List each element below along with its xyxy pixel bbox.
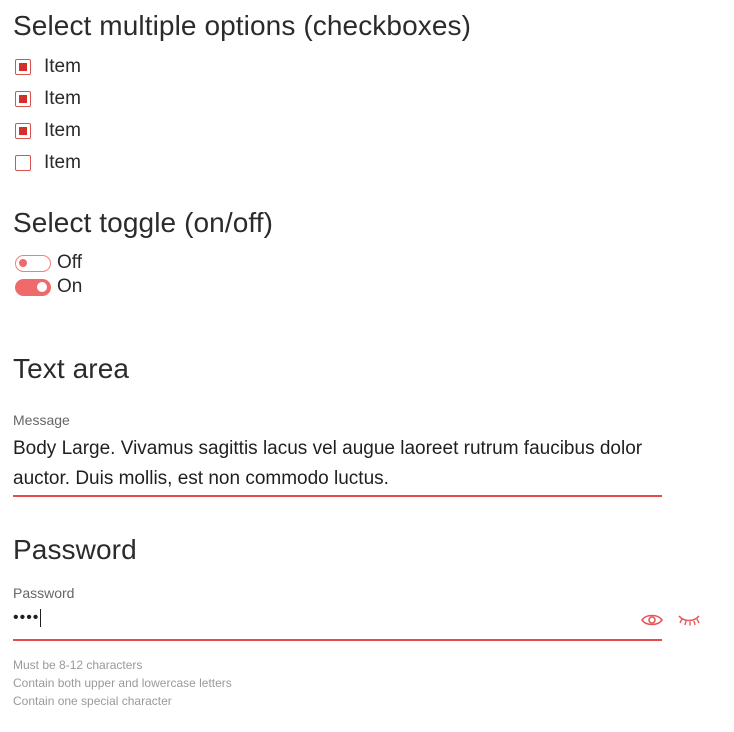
password-hint: Contain one special character bbox=[13, 694, 172, 708]
checkbox-checked[interactable] bbox=[15, 123, 31, 139]
checkbox-section-title: Select multiple options (checkboxes) bbox=[13, 10, 472, 41]
checkbox-label: Item bbox=[44, 88, 81, 109]
eye-icon[interactable] bbox=[641, 612, 663, 628]
form-controls-page: Select multiple options (checkboxes) Ite… bbox=[0, 0, 734, 732]
checkbox-checked[interactable] bbox=[15, 91, 31, 107]
toggle-knob bbox=[37, 281, 47, 292]
checkbox-item[interactable]: Item bbox=[15, 152, 81, 174]
checkbox-label: Item bbox=[44, 56, 81, 77]
password-input[interactable]: •••• bbox=[13, 609, 42, 627]
toggle-switch-on[interactable] bbox=[15, 278, 51, 296]
toggle-knob bbox=[19, 258, 27, 267]
password-input-underline bbox=[13, 639, 662, 641]
password-hint: Contain both upper and lowercase letters bbox=[13, 676, 232, 690]
checkbox-label: Item bbox=[44, 120, 81, 141]
textarea-section-title: Text area bbox=[13, 353, 130, 384]
password-field-label: Password bbox=[13, 585, 75, 601]
password-masked-value: •••• bbox=[13, 609, 40, 626]
toggle-switch-off[interactable] bbox=[15, 254, 51, 272]
checkbox-label: Item bbox=[44, 152, 81, 173]
toggle-row-off[interactable]: Off bbox=[15, 252, 82, 273]
message-textarea-underline bbox=[13, 495, 662, 497]
checkbox-item[interactable]: Item bbox=[15, 56, 81, 78]
checkbox-unchecked[interactable] bbox=[15, 155, 31, 171]
text-cursor bbox=[40, 609, 42, 627]
toggle-row-on[interactable]: On bbox=[15, 276, 83, 297]
checkbox-item[interactable]: Item bbox=[15, 120, 81, 142]
checkbox-checked[interactable] bbox=[15, 59, 31, 75]
toggle-section-title: Select toggle (on/off) bbox=[13, 207, 274, 238]
password-section-title: Password bbox=[13, 534, 137, 565]
eye-closed-icon[interactable] bbox=[677, 612, 701, 626]
toggle-label-on: On bbox=[57, 276, 83, 297]
password-hint: Must be 8-12 characters bbox=[13, 658, 143, 672]
checkbox-item[interactable]: Item bbox=[15, 88, 81, 110]
toggle-label-off: Off bbox=[57, 252, 82, 273]
message-field-label: Message bbox=[13, 412, 70, 428]
message-textarea[interactable]: Body Large. Vivamus sagittis lacus vel a… bbox=[13, 434, 663, 494]
